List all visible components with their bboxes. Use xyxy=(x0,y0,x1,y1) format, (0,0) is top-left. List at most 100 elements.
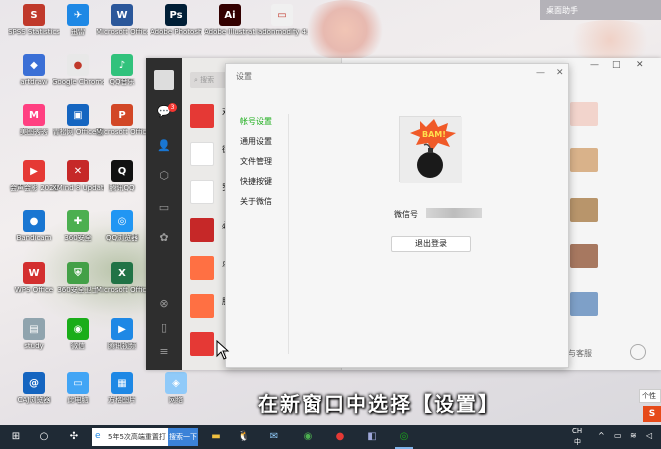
folder-icon[interactable]: ▭ xyxy=(156,200,172,216)
chat-avatar xyxy=(190,104,214,128)
profile-picture[interactable]: BAM! xyxy=(399,116,462,183)
settings-menu-item[interactable]: 通用设置 xyxy=(226,132,288,152)
sticker-thumb[interactable] xyxy=(570,198,598,222)
browser-search-input[interactable]: e 5年5次高端重置打 xyxy=(92,428,168,446)
task-view-icon[interactable]: ✣ xyxy=(66,429,82,445)
app-icon: ▭ xyxy=(271,4,293,26)
app-icon: ▶ xyxy=(23,160,45,182)
app-icon: ◆ xyxy=(23,54,45,76)
app-icon: ♪ xyxy=(111,54,133,76)
desktop-icon-label: QQ浏览器 xyxy=(105,234,139,242)
phone-icon[interactable]: ▯ xyxy=(156,320,172,336)
chrome-icon[interactable]: ◉ xyxy=(300,429,316,445)
app-icon: ▣ xyxy=(67,104,89,126)
collection-icon[interactable]: ⬡ xyxy=(156,168,172,184)
svg-text:BAM!: BAM! xyxy=(422,130,446,139)
desktop-icon-label: ladonmodify 4.0.5.1757 xyxy=(256,28,308,36)
chat-avatar xyxy=(190,332,214,356)
desktop-icon[interactable]: ♪ QQ音乐 xyxy=(96,54,148,87)
desktop-icon[interactable]: P Microsoft Office Po... xyxy=(96,104,148,137)
settings-menu-item[interactable]: 文件管理 xyxy=(226,152,288,172)
ime-indicator[interactable]: CH xyxy=(572,427,582,435)
battery-icon[interactable]: ▭ xyxy=(614,431,622,440)
windows-start-icon[interactable]: ⊞ xyxy=(8,429,24,445)
desktop-icon[interactable]: ◈ 网络 xyxy=(150,372,202,405)
wechat-sidebar: 💬 3 👤 ⬡ ▭ ✿ ⊗ ▯ ≡ xyxy=(146,58,182,370)
app-icon: W xyxy=(23,262,45,284)
desktop-icon-label: 网络 xyxy=(169,396,183,404)
app-icon: ● xyxy=(23,210,45,232)
settings-title: 设置 xyxy=(236,72,252,81)
ime-mode[interactable]: 中 xyxy=(574,437,581,447)
tray-expand-icon[interactable]: ^ xyxy=(598,431,605,440)
sticker-thumb[interactable] xyxy=(570,148,598,172)
desktop-icon[interactable]: W Microsoft Office Wor... xyxy=(96,4,148,37)
avatar[interactable] xyxy=(154,70,174,90)
volume-icon[interactable]: ◁ xyxy=(646,431,652,440)
sticker-thumb[interactable] xyxy=(570,244,598,268)
mail-icon[interactable]: ✉ xyxy=(266,429,282,445)
menu-icon[interactable]: ≡ xyxy=(156,344,172,360)
desktop-icon-label: Microsoft Office Wor... xyxy=(96,28,148,36)
desktop-icon[interactable]: ▦ 方格图片 xyxy=(96,372,148,405)
minimize-icon[interactable]: — xyxy=(590,60,599,70)
desktop-icon-label: 腾讯视频 xyxy=(108,342,136,350)
cursor-icon xyxy=(216,340,230,360)
divider xyxy=(288,114,289,354)
maximize-icon[interactable]: □ xyxy=(612,60,621,70)
search-button[interactable]: 搜索一下 xyxy=(168,428,198,446)
minimize-icon[interactable]: — xyxy=(536,68,545,78)
app-icon: ▦ xyxy=(111,372,133,394)
notification-popup[interactable]: 个性 xyxy=(639,389,661,403)
app-icon: ◈ xyxy=(165,372,187,394)
sticker-thumb[interactable] xyxy=(570,292,598,316)
app-icon: ▶ xyxy=(111,318,133,340)
app-icon: ✕ xyxy=(67,160,89,182)
logout-button[interactable]: 退出登录 xyxy=(391,236,471,252)
sogou-logo-icon[interactable]: S xyxy=(643,406,661,422)
desktop-icon[interactable]: Q 腾讯QQ xyxy=(96,160,148,193)
app-icon: ✚ xyxy=(67,210,89,232)
desktop-icon[interactable]: X Microsoft Office Exc... xyxy=(96,262,148,295)
settings-menu-item[interactable]: 帐号设置 xyxy=(226,112,288,132)
close-icon[interactable]: ✕ xyxy=(556,68,564,78)
search-icon[interactable]: ○ xyxy=(36,429,52,445)
smiley-icon[interactable] xyxy=(630,344,646,360)
wallpaper-flower xyxy=(300,0,390,60)
app-icon: Ai xyxy=(219,4,241,26)
app-icon[interactable]: ◧ xyxy=(364,429,380,445)
instruction-caption: 在新窗口中选择【设置】 xyxy=(258,392,500,416)
desktop-icon[interactable]: Ai Adobe Illustrat... xyxy=(204,4,256,37)
desktop-icon-label: Adobe Photosho... xyxy=(150,28,202,36)
app-icon: ✈ xyxy=(67,4,89,26)
qq-icon[interactable]: 🐧 xyxy=(236,429,252,445)
chat-avatar xyxy=(190,142,214,166)
contacts-icon[interactable]: 👤 xyxy=(156,138,172,154)
desktop-icon[interactable]: ▭ ladonmodify 4.0.5.1757 xyxy=(256,4,308,37)
miniprogram-icon[interactable]: ⊗ xyxy=(156,296,172,312)
app-icon: P xyxy=(111,104,133,126)
desktop-assistant-title[interactable]: 桌面助手 xyxy=(540,0,661,20)
settings-menu-item[interactable]: 快捷按键 xyxy=(226,172,288,192)
wechat-id-value xyxy=(426,208,482,218)
ie-icon: e xyxy=(95,431,101,441)
desktop-icon[interactable]: Ps Adobe Photosho... xyxy=(150,4,202,37)
app-icon: ▤ xyxy=(23,318,45,340)
close-icon[interactable]: ✕ xyxy=(636,60,644,70)
desktop-icon-label: Adobe Illustrat... xyxy=(204,28,256,36)
desktop-icon[interactable]: ▶ 腾讯视频 xyxy=(96,318,148,351)
file-explorer-icon[interactable]: ▬ xyxy=(208,429,224,445)
chat-avatar xyxy=(190,256,214,280)
moments-icon[interactable]: ✿ xyxy=(156,230,172,246)
sticker-thumb[interactable] xyxy=(570,102,598,126)
desktop-icon-label: 方格图片 xyxy=(108,396,136,404)
record-icon[interactable]: ● xyxy=(332,429,348,445)
wifi-icon[interactable]: ≋ xyxy=(630,431,637,440)
wechat-icon[interactable]: ◎ xyxy=(396,429,412,445)
app-icon: S xyxy=(23,4,45,26)
desktop-icon[interactable]: ◎ QQ浏览器 xyxy=(96,210,148,243)
unread-badge: 3 xyxy=(168,103,177,112)
wallpaper-flower xyxy=(560,20,660,60)
app-icon: @ xyxy=(23,372,45,394)
settings-menu-item[interactable]: 关于微信 xyxy=(226,192,288,212)
